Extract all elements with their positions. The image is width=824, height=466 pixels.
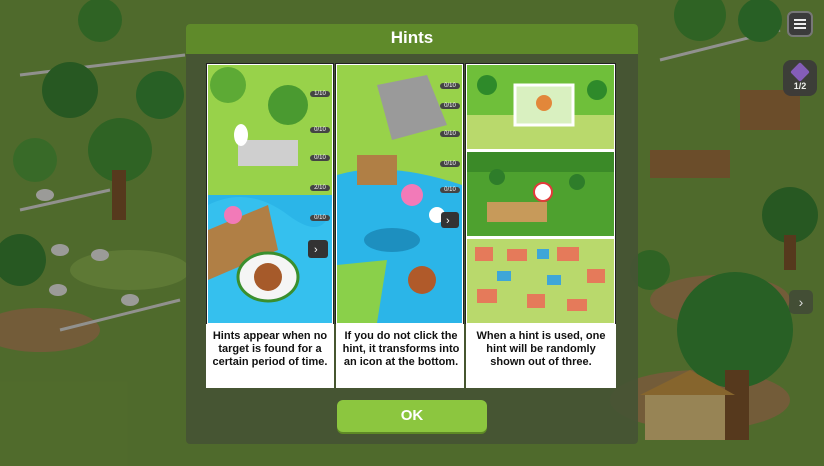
caption-row: Hints appear when no target is found for…: [206, 324, 616, 388]
hint-counter: 0/10: [310, 155, 330, 161]
hint-panel-3: [465, 63, 616, 325]
gem-counter-text: 1/2: [793, 81, 807, 91]
hint-illustration-3-bottom: [467, 239, 614, 323]
svg-text:›: ›: [446, 215, 450, 227]
gem-icon: [790, 62, 810, 82]
hint-illustration-3-top: [467, 65, 614, 149]
caption-divider: [334, 324, 336, 388]
hint-counter: 2/10: [310, 185, 330, 191]
hint-caption-1: Hints appear when no target is found for…: [212, 330, 328, 368]
side-arrow-button[interactable]: ›: [789, 290, 813, 314]
gem-counter-badge: 1/2: [783, 60, 817, 96]
hint-counter: 0/10: [440, 83, 460, 89]
menu-button[interactable]: [787, 11, 813, 37]
ok-button[interactable]: OK: [337, 400, 487, 432]
hint-panel-2: › 0/10 0/10 0/10 0/10 0/10: [335, 63, 464, 325]
hint-counter: 1/10: [310, 91, 330, 97]
hint-counter: 0/10: [440, 187, 460, 193]
hint-caption-3: When a hint is used, one hint will be ra…: [476, 330, 606, 368]
caption-divider: [464, 324, 466, 388]
hint-counter: 0/10: [440, 161, 460, 167]
svg-text:›: ›: [314, 244, 318, 256]
hint-counter: 0/10: [440, 103, 460, 109]
hint-caption-2: If you do not click the hint, it transfo…: [342, 330, 460, 368]
modal-title: Hints: [390, 28, 434, 47]
hint-illustration-1: ›: [208, 65, 332, 323]
hint-counter: 0/10: [310, 127, 330, 133]
hint-panel-1: › 1/10 0/10 0/10 2/10 0/10: [206, 63, 334, 325]
hint-illustration-3-middle: [467, 152, 614, 236]
hint-counter: 0/10: [440, 131, 460, 137]
hint-counter: 0/10: [310, 215, 330, 221]
